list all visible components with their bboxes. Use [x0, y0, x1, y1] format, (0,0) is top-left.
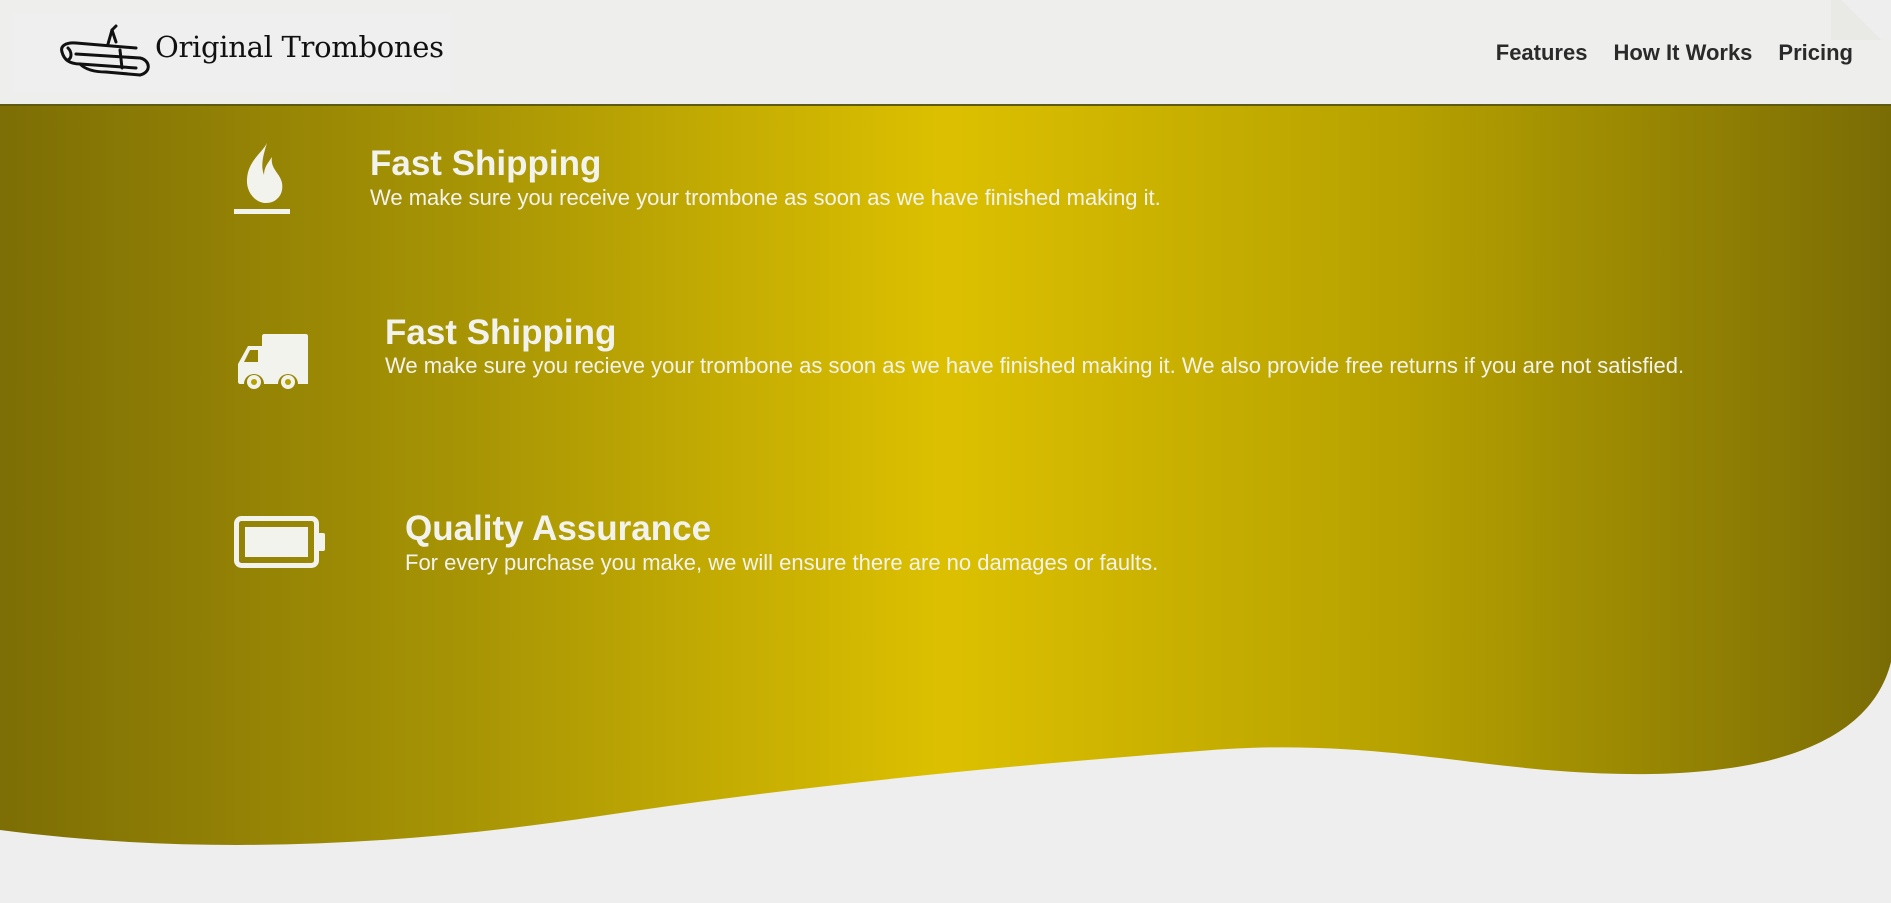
trombone-icon	[60, 24, 150, 77]
feature-description: For every purchase you make, we will ens…	[405, 550, 1159, 575]
nav-link-features[interactable]: Features	[1496, 40, 1588, 66]
nav-link-pricing[interactable]: Pricing	[1778, 40, 1853, 66]
nav-link-how-it-works[interactable]: How It Works	[1613, 40, 1752, 66]
brand-logo[interactable]: Original Trombones	[14, 14, 450, 92]
site-header: Original Trombones Features How It Works…	[0, 0, 1891, 106]
feature-title: Fast Shipping	[385, 313, 617, 352]
brand-title: Original Trombones	[155, 30, 444, 64]
feature-title: Fast Shipping	[370, 144, 602, 183]
feature-description: We make sure you receive your trombone a…	[370, 185, 1161, 210]
header-corner-decoration	[1831, 0, 1891, 40]
fire-icon	[234, 143, 290, 214]
feature-title: Quality Assurance	[405, 509, 712, 548]
main-nav: Features How It Works Pricing	[1496, 40, 1853, 66]
battery-icon	[234, 516, 325, 568]
feature-description: We make sure you recieve your trombone a…	[385, 353, 1685, 378]
truck-icon	[238, 334, 308, 389]
features-background-wave	[0, 106, 1891, 845]
